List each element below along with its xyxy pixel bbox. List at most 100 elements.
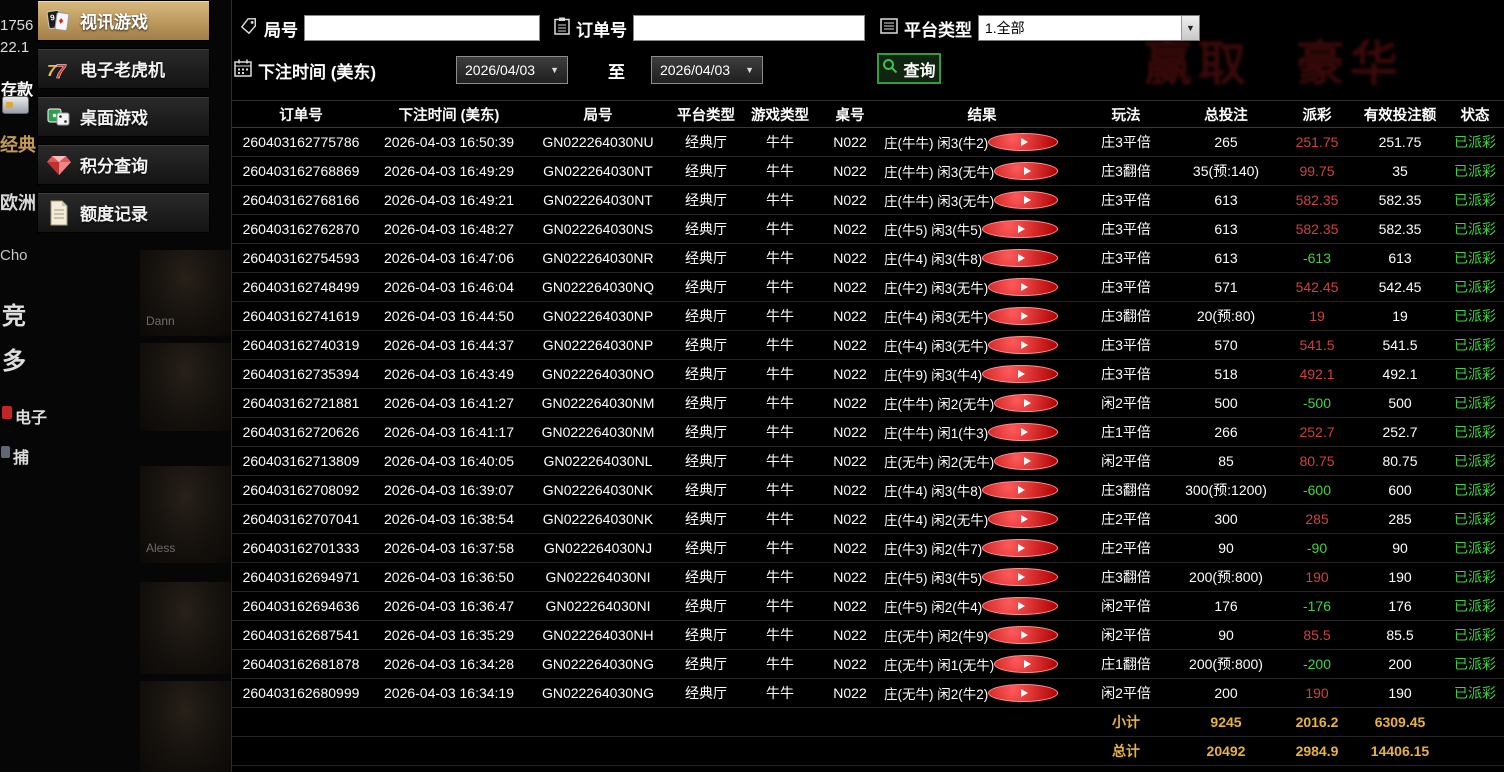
date-to-picker[interactable]: 2026/04/03 ▼ bbox=[651, 56, 763, 84]
platform-type: 经典厅 bbox=[685, 511, 727, 527]
platform-type: 经典厅 bbox=[685, 221, 727, 237]
valid-bet: 190 bbox=[1388, 685, 1412, 701]
round-number: GN022264030NT bbox=[543, 163, 653, 179]
play-video-button[interactable] bbox=[994, 191, 1058, 209]
sidebar-item-points[interactable]: 积分查询 bbox=[37, 144, 210, 185]
payout: 190 bbox=[1305, 685, 1329, 701]
result-cell: 庄(牛4) 闲3(无牛) bbox=[884, 335, 1080, 355]
column-header: 派彩 bbox=[1302, 107, 1332, 124]
valid-bet: 492.1 bbox=[1382, 366, 1418, 382]
sidebar-item-label: 额度记录 bbox=[80, 205, 148, 224]
table-number: N022 bbox=[833, 569, 867, 585]
play-video-button[interactable] bbox=[982, 220, 1058, 238]
table-row: 260403162735394 2026-04-03 16:43:49 GN0222… bbox=[232, 360, 1504, 389]
background-text-fragment: 欧洲 bbox=[0, 193, 36, 213]
platform-type: 经典厅 bbox=[685, 395, 727, 411]
round-number: GN022264030NG bbox=[541, 685, 655, 701]
bet-time: 2026-04-03 16:43:49 bbox=[384, 366, 514, 382]
valid-bet: 252.7 bbox=[1382, 424, 1418, 440]
total-bet: 613 bbox=[1214, 192, 1238, 208]
status: 已派彩 bbox=[1454, 627, 1496, 643]
bet-time: 2026-04-03 16:36:47 bbox=[384, 598, 514, 614]
query-button[interactable]: 查询 bbox=[877, 53, 941, 84]
play-video-button[interactable] bbox=[994, 394, 1058, 412]
play-type: 庄2平倍 bbox=[1101, 540, 1151, 556]
background-text-fragment: 捕 bbox=[13, 450, 30, 467]
subtotal-label: 小计 bbox=[1112, 714, 1140, 730]
result-cell: 庄(牛4) 闲3(牛8) bbox=[884, 480, 1080, 500]
round-number: GN022264030NU bbox=[542, 134, 654, 150]
result-text: 庄(牛3) 闲2(牛7) bbox=[884, 542, 983, 557]
filter-bar: 局号 订单号 平台类型 1.全部 ▼ 下注时间 (美东) 2026/04/03 … bbox=[232, 0, 1504, 100]
play-video-button[interactable] bbox=[988, 336, 1058, 354]
play-type: 庄3平倍 bbox=[1101, 337, 1151, 353]
valid-bet: 35 bbox=[1392, 163, 1408, 179]
order-number: 260403162708092 bbox=[242, 482, 360, 498]
sidebar-item-table-games[interactable]: 桌面游戏 bbox=[37, 96, 210, 137]
result-cell: 庄(牛牛) 闲3(无牛) bbox=[884, 190, 1080, 210]
result-text: 庄(牛牛) 闲3(无牛) bbox=[884, 165, 995, 180]
play-video-button[interactable] bbox=[982, 568, 1058, 586]
play-video-button[interactable] bbox=[988, 278, 1058, 296]
play-video-button[interactable] bbox=[994, 162, 1058, 180]
valid-bet: 582.35 bbox=[1378, 192, 1422, 208]
play-video-button[interactable] bbox=[982, 539, 1058, 557]
status: 已派彩 bbox=[1454, 685, 1496, 701]
game-type: 牛牛 bbox=[766, 598, 794, 614]
sidebar-item-slots[interactable]: 7 7 电子老虎机 bbox=[37, 48, 210, 89]
tag-icon bbox=[240, 17, 258, 40]
table-number: N022 bbox=[833, 366, 867, 382]
table-number: N022 bbox=[833, 511, 867, 527]
play-video-button[interactable] bbox=[988, 510, 1058, 528]
table-number: N022 bbox=[833, 453, 867, 469]
play-video-button[interactable] bbox=[982, 365, 1058, 383]
play-video-button[interactable] bbox=[982, 597, 1058, 615]
table-number: N022 bbox=[833, 424, 867, 440]
sidebar-item-records[interactable]: 额度记录 bbox=[37, 192, 210, 233]
column-header: 玩法 bbox=[1111, 107, 1141, 124]
date-from-picker[interactable]: 2026/04/03 ▼ bbox=[456, 56, 568, 84]
platform-type: 经典厅 bbox=[685, 685, 727, 701]
order-number-input[interactable] bbox=[633, 15, 865, 41]
play-video-button[interactable] bbox=[988, 684, 1058, 702]
status: 已派彩 bbox=[1454, 366, 1496, 382]
platform-type-value: 1.全部 bbox=[985, 20, 1025, 36]
total-bet: 85 bbox=[1218, 453, 1234, 469]
game-type: 牛牛 bbox=[766, 395, 794, 411]
play-type: 庄3平倍 bbox=[1101, 279, 1151, 295]
order-number: 260403162707041 bbox=[242, 511, 360, 527]
play-video-button[interactable] bbox=[988, 307, 1058, 325]
clipboard-icon bbox=[554, 17, 570, 40]
background-text-fragment: 竞 bbox=[2, 303, 26, 330]
status: 已派彩 bbox=[1454, 221, 1496, 237]
table-row: 260403162748499 2026-04-03 16:46:04 GN0222… bbox=[232, 273, 1504, 302]
round-number: GN022264030NM bbox=[541, 424, 655, 440]
valid-bet: 613 bbox=[1388, 250, 1412, 266]
result-cell: 庄(无牛) 闲2(牛9) bbox=[884, 625, 1080, 645]
payout: -600 bbox=[1302, 482, 1332, 498]
play-video-button[interactable] bbox=[988, 423, 1058, 441]
play-video-button[interactable] bbox=[988, 626, 1058, 644]
sidebar-item-video-games[interactable]: 9 ♦ 视讯游戏 bbox=[37, 0, 210, 41]
table-row: 260403162681878 2026-04-03 16:34:28 GN0222… bbox=[232, 650, 1504, 679]
table-row: 260403162694971 2026-04-03 16:36:50 GN0222… bbox=[232, 563, 1504, 592]
game-type: 牛牛 bbox=[766, 627, 794, 643]
payout: 85.5 bbox=[1303, 627, 1331, 643]
date-to-value: 2026/04/03 bbox=[660, 62, 731, 78]
order-number: 260403162741619 bbox=[242, 308, 360, 324]
payout: 582.35 bbox=[1295, 221, 1339, 237]
round-number-input[interactable] bbox=[304, 15, 540, 41]
play-video-button[interactable] bbox=[994, 655, 1058, 673]
play-video-button[interactable] bbox=[994, 452, 1058, 470]
platform-type-label: 平台类型 bbox=[904, 20, 972, 40]
table-number: N022 bbox=[833, 192, 867, 208]
platform-type-select[interactable]: 1.全部 ▼ bbox=[978, 15, 1200, 41]
result-cell: 庄(牛牛) 闲3(牛2) bbox=[884, 132, 1080, 152]
content-panel: 赢取 豪华 局号 订单号 平台类型 1.全部 ▼ 下注时间 (美东) 2026/… bbox=[231, 0, 1504, 772]
table-row: 260403162680999 2026-04-03 16:34:19 GN0222… bbox=[232, 679, 1504, 708]
play-video-button[interactable] bbox=[982, 481, 1058, 499]
play-video-button[interactable] bbox=[988, 133, 1058, 151]
status: 已派彩 bbox=[1454, 192, 1496, 208]
valid-bet: 80.75 bbox=[1382, 453, 1418, 469]
play-video-button[interactable] bbox=[982, 249, 1058, 267]
